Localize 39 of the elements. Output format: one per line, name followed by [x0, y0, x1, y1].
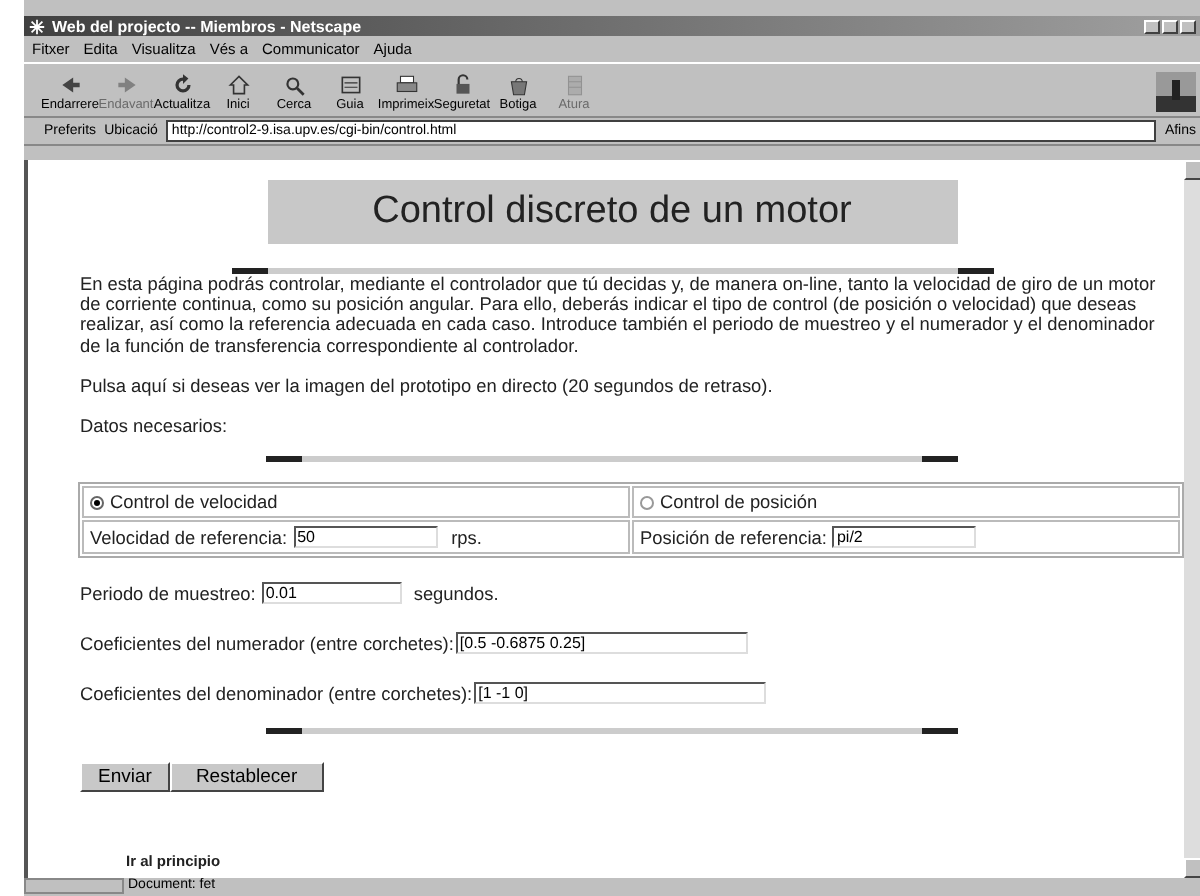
section-label: Datos necesarios:: [80, 416, 230, 437]
app-icon: [28, 17, 46, 35]
minimize-button[interactable]: [1144, 19, 1160, 33]
landscape-icon: [1156, 72, 1196, 112]
live-image-link[interactable]: Pulsa aquí si deseas ver la imagen del prototipo en directo (20 segundos de retraso).: [80, 375, 1170, 397]
scroll-down-button[interactable]: [1184, 858, 1200, 878]
control-option[interactable]: Control de posición: [632, 486, 1180, 519]
field-label: Velocidad de referencia:: [90, 527, 288, 548]
close-button[interactable]: [1180, 19, 1196, 33]
input-field[interactable]: 50: [293, 526, 438, 549]
submit-button[interactable]: Enviar: [80, 762, 170, 793]
field-label: Posición de referencia:: [640, 527, 827, 548]
page-heading: Control discreto de un motor: [370, 190, 854, 234]
intro-paragraph: En esta página podrás controlar, mediante el controlador que tú decidas y, de manera on-line, tanto la velocidad de giro de un motor de corriente continua, como su posición angular. Para ello, deberás indicar el tipo de control (de posición o velocidad) que deseas realizar, así como la referencia adecuada en cada caso. Introduce también el periodo de muestreo y el numerador y el denominador de la función de transferencia correspondiente al controlador.: [80, 274, 1158, 356]
input-field[interactable]: [0.5 -0.6875 0.25]: [455, 632, 748, 655]
shopping-bag-icon: [505, 72, 531, 98]
radio-button[interactable]: [90, 496, 104, 511]
field-label: Coeficientes del numerador (entre corchetes):: [80, 633, 454, 654]
radio-button[interactable]: [640, 496, 654, 511]
field-label: Periodo de muestreo:: [80, 583, 256, 604]
input-field[interactable]: pi/2: [832, 526, 977, 549]
forward-arrow-icon: [113, 72, 139, 98]
input-field[interactable]: [1 -1 0]: [474, 682, 767, 705]
reset-button[interactable]: Restablecer: [169, 762, 324, 793]
printer-icon: [393, 72, 419, 98]
maximize-button[interactable]: [1162, 19, 1178, 33]
status-panel: [24, 878, 124, 894]
home-icon: [225, 72, 251, 98]
reload-icon: [169, 72, 195, 98]
control-option[interactable]: Control de velocidad: [82, 486, 630, 519]
unit-label: rps.: [451, 527, 482, 548]
book-icon: [337, 72, 363, 98]
input-field[interactable]: 0.01: [261, 582, 402, 605]
back-arrow-icon: [57, 72, 83, 98]
search-icon: [281, 72, 307, 98]
unit-label: segundos.: [413, 583, 499, 604]
scroll-up-button[interactable]: [1184, 160, 1200, 180]
window-title: Web del projecto -- Miembros - Netscape: [52, 17, 362, 35]
field-label: Coeficientes del denominador (entre corchetes):: [80, 683, 473, 704]
